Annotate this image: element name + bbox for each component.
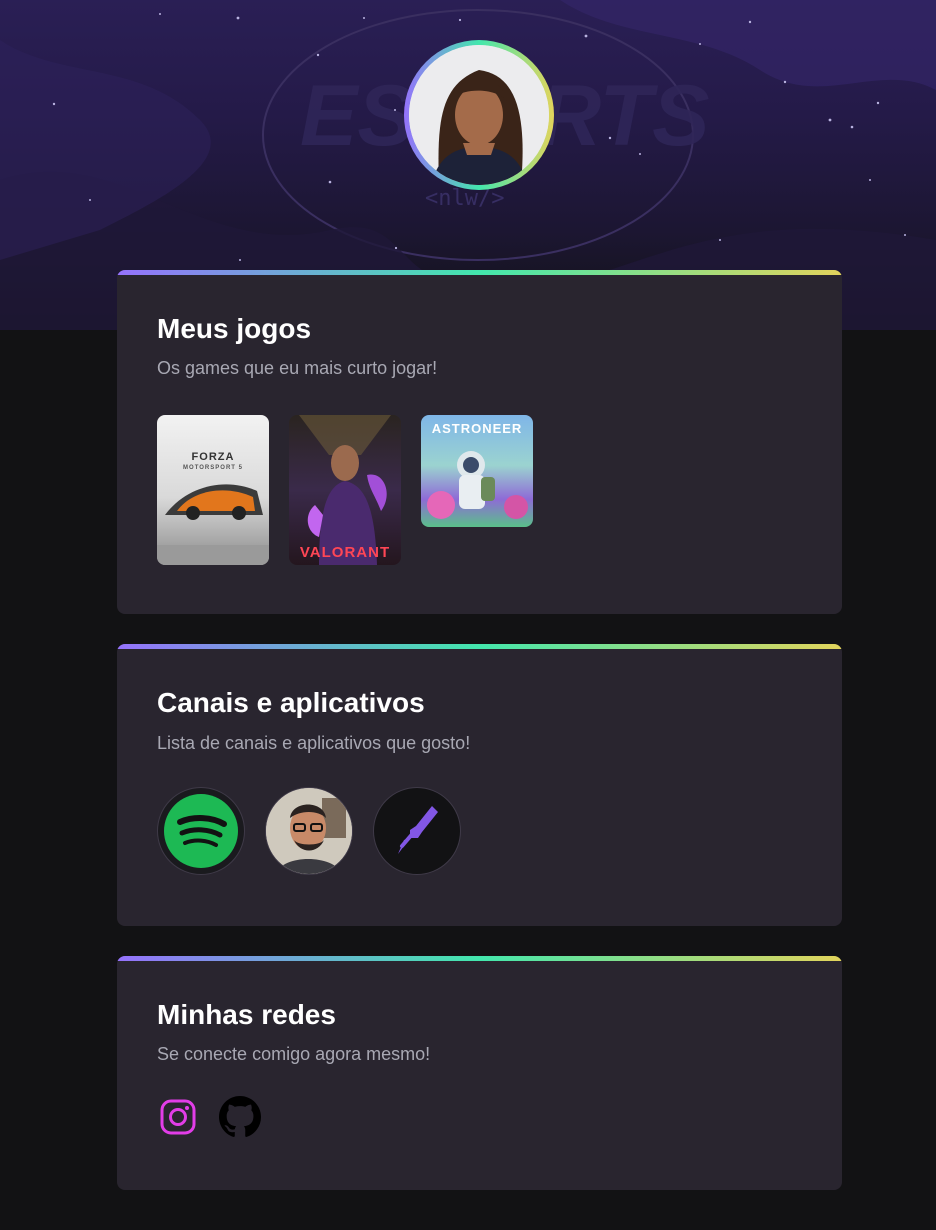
github-icon bbox=[219, 1096, 261, 1137]
svg-text:<nlw/>: <nlw/> bbox=[425, 186, 504, 211]
apps-section: Canais e aplicativos Lista de canais e a… bbox=[117, 644, 842, 926]
astroneer-title: ASTRONEER bbox=[431, 421, 523, 436]
game-valorant-cover[interactable]: VALORANT bbox=[289, 415, 401, 565]
games-title: Meus jogos bbox=[157, 313, 312, 344]
rocketseat-link[interactable] bbox=[373, 787, 461, 875]
apps-title: Canais e aplicativos bbox=[157, 687, 425, 718]
socials-title: Minhas redes bbox=[157, 999, 336, 1030]
games-section: Meus jogos Os games que eu mais curto jo… bbox=[117, 270, 842, 614]
spotify-link[interactable] bbox=[157, 787, 245, 875]
game-astroneer-cover[interactable]: ASTRONEER bbox=[421, 415, 533, 527]
spotify-icon bbox=[164, 794, 238, 868]
instagram-icon bbox=[160, 1099, 196, 1135]
socials-subtitle: Se conecte comigo agora mesmo! bbox=[157, 1044, 431, 1064]
socials-section: Minhas redes Se conecte comigo agora mes… bbox=[117, 956, 842, 1190]
socials-list bbox=[157, 1096, 261, 1138]
games-subtitle: Os games que eu mais curto jogar! bbox=[157, 358, 438, 378]
profile-photo bbox=[409, 45, 549, 185]
apps-list bbox=[157, 787, 461, 875]
valorant-title: VALORANT bbox=[299, 544, 391, 561]
games-list: FORZA MOTORSPORT 5 VALORANT ASTRONEER bbox=[157, 415, 533, 565]
instagram-link[interactable] bbox=[157, 1096, 199, 1138]
forza-subtitle: MOTORSPORT 5 bbox=[183, 465, 243, 471]
forza-title: FORZA bbox=[191, 451, 235, 463]
channel-link[interactable] bbox=[265, 787, 353, 875]
rocketseat-icon bbox=[398, 806, 438, 854]
profile-avatar bbox=[404, 40, 554, 190]
game-forza-cover[interactable]: FORZA MOTORSPORT 5 bbox=[157, 415, 269, 565]
apps-subtitle: Lista de canais e aplicativos que gosto! bbox=[157, 733, 471, 753]
channel-avatar bbox=[266, 788, 352, 874]
github-link[interactable] bbox=[219, 1096, 261, 1138]
